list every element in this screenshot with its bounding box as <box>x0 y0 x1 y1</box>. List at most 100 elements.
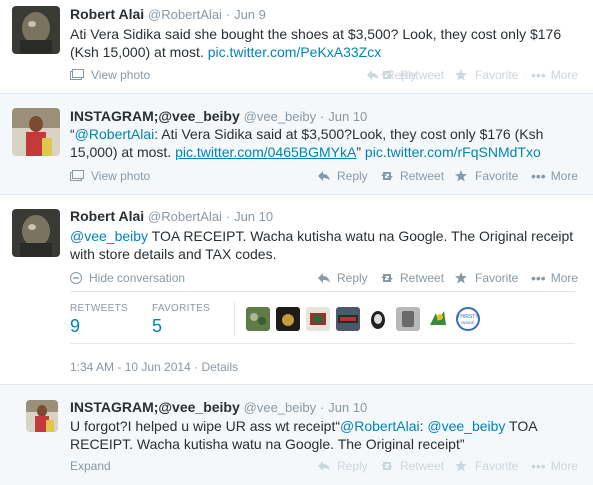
reply-button[interactable]: Reply <box>317 271 368 285</box>
separator: · <box>320 109 325 124</box>
favorites-label[interactable]: FAVORITES <box>152 303 210 314</box>
favorites-count[interactable]: 5 <box>152 316 162 337</box>
retweet-button[interactable]: Retweet <box>380 459 444 473</box>
mention-link[interactable]: @RobertAlai <box>340 418 420 434</box>
timestamp[interactable]: Jun 9 <box>234 7 266 22</box>
reply-label: Reply <box>337 169 368 183</box>
more-label: More <box>550 459 579 473</box>
retweet-button[interactable]: Retweet <box>380 68 444 82</box>
author-name[interactable]: Robert Alai <box>70 208 144 224</box>
author-handle[interactable]: @RobertAlai <box>148 209 222 224</box>
more-button[interactable]: ••• More <box>531 169 578 183</box>
tweet-text: @vee_beiby TOA RECEIPT. Wacha kutisha wa… <box>70 227 580 263</box>
divider <box>234 302 235 336</box>
avatar[interactable] <box>12 209 60 257</box>
details-link[interactable]: Details <box>201 360 238 374</box>
reply-label: Reply <box>337 271 368 285</box>
favorite-label: Favorite <box>475 459 519 473</box>
reply-button[interactable]: Reply <box>317 169 368 183</box>
retweeter-avatar[interactable] <box>366 307 390 331</box>
retweet-button[interactable]: Retweet <box>380 271 444 285</box>
retweet-label: Retweet <box>400 271 445 285</box>
reply-label: Reply <box>337 459 368 473</box>
datetime-value: 1:34 AM - 10 Jun 2014 <box>70 360 191 374</box>
separator: · <box>225 7 231 22</box>
retweet-button[interactable]: Retweet <box>380 169 444 183</box>
retweeter-avatar[interactable]: THIRSTY INSIDE <box>456 307 480 331</box>
tweet-datetime: 1:34 AM - 10 Jun 2014 · Details <box>70 360 238 374</box>
separator: · <box>225 209 231 224</box>
favorite-button[interactable]: Favorite <box>455 68 518 82</box>
svg-text:INSIDE: INSIDE <box>461 320 475 325</box>
more-button[interactable]: ••• More <box>531 271 578 285</box>
tweet-expanded[interactable]: Robert Alai @RobertAlai · Jun 10 @vee_be… <box>0 195 593 385</box>
divider <box>70 291 575 292</box>
retweeter-avatar[interactable] <box>276 307 300 331</box>
retweet-icon <box>381 274 393 282</box>
tweet-body: U forgot?I helped u wipe UR ass wt recei… <box>70 418 341 434</box>
retweet-label: Retweet <box>400 169 445 183</box>
favorite-label: Favorite <box>475 169 519 183</box>
tweet-text: Ati Vera Sidika said she bought the shoe… <box>70 25 580 61</box>
favorite-button[interactable]: Favorite <box>455 169 518 183</box>
retweeter-avatar[interactable] <box>246 307 270 331</box>
favorite-button[interactable]: Favorite <box>455 271 518 285</box>
retweeter-avatar[interactable] <box>336 307 360 331</box>
photo-link[interactable]: pic.twitter.com/rFqSNMdTxo <box>365 144 541 160</box>
author-name[interactable]: Robert Alai <box>70 6 144 22</box>
reply-button[interactable]: Reply <box>317 459 368 473</box>
retweets-label[interactable]: RETWEETS <box>70 303 128 314</box>
retweet-icon <box>381 462 393 470</box>
separator: · <box>194 360 199 374</box>
more-label: More <box>550 169 579 183</box>
timestamp[interactable]: Jun 10 <box>234 209 273 224</box>
retweet-label: Retweet <box>400 68 445 82</box>
favorite-label: Favorite <box>475 271 519 285</box>
mention-link[interactable]: @vee_beiby <box>427 418 505 434</box>
more-button[interactable]: ••• More <box>531 68 578 82</box>
photo-link[interactable]: pic.twitter.com/PeKxA33Zcx <box>208 44 382 60</box>
reply-icon <box>318 171 330 181</box>
retweeter-avatar[interactable] <box>396 307 420 331</box>
tweet[interactable]: INSTAGRAM;@vee_beiby @vee_beiby · Jun 10… <box>0 385 593 485</box>
more-label: More <box>550 68 579 82</box>
mention-link[interactable]: @vee_beiby <box>70 228 148 244</box>
retweet-icon <box>381 71 393 79</box>
retweeter-avatar[interactable] <box>306 307 330 331</box>
author-handle[interactable]: @vee_beiby <box>244 109 316 124</box>
author-handle[interactable]: @vee_beiby <box>244 400 316 415</box>
star-icon <box>455 272 467 284</box>
favorite-label: Favorite <box>475 68 519 82</box>
more-icon: ••• <box>531 168 546 184</box>
avatar[interactable] <box>26 400 58 432</box>
more-label: More <box>550 271 579 285</box>
reply-icon <box>318 273 330 283</box>
avatar[interactable] <box>12 108 60 156</box>
retweet-label: Retweet <box>400 459 445 473</box>
tweet[interactable]: Robert Alai @RobertAlai · Jun 9 Ati Vera… <box>0 0 593 94</box>
retweets-count[interactable]: 9 <box>70 316 80 337</box>
tweet-text: “@RobertAlai: Ati Vera Sidika said at $3… <box>70 125 580 161</box>
quote-close: ” <box>356 144 365 160</box>
more-icon: ••• <box>531 458 546 474</box>
author-handle[interactable]: @RobertAlai <box>148 7 222 22</box>
favorite-button[interactable]: Favorite <box>455 459 518 473</box>
retweeter-avatar[interactable] <box>426 307 450 331</box>
divider <box>70 343 575 344</box>
more-button[interactable]: ••• More <box>531 459 578 473</box>
separator: · <box>320 400 325 415</box>
retweet-icon <box>381 172 393 180</box>
timestamp[interactable]: Jun 10 <box>328 400 367 415</box>
tweet[interactable]: INSTAGRAM;@vee_beiby @vee_beiby · Jun 10… <box>0 94 593 195</box>
reply-icon <box>318 461 330 471</box>
author-name[interactable]: INSTAGRAM;@vee_beiby <box>70 399 240 415</box>
timestamp[interactable]: Jun 10 <box>328 109 367 124</box>
author-name[interactable]: INSTAGRAM;@vee_beiby <box>70 108 240 124</box>
star-icon <box>455 460 467 472</box>
photo-link[interactable]: pic.twitter.com/0465BGMYkA <box>175 144 356 160</box>
more-icon: ••• <box>531 67 546 83</box>
star-icon <box>455 170 467 182</box>
avatar[interactable] <box>12 6 60 54</box>
mention-link[interactable]: @RobertAlai <box>75 126 155 142</box>
reply-icon <box>367 70 379 80</box>
